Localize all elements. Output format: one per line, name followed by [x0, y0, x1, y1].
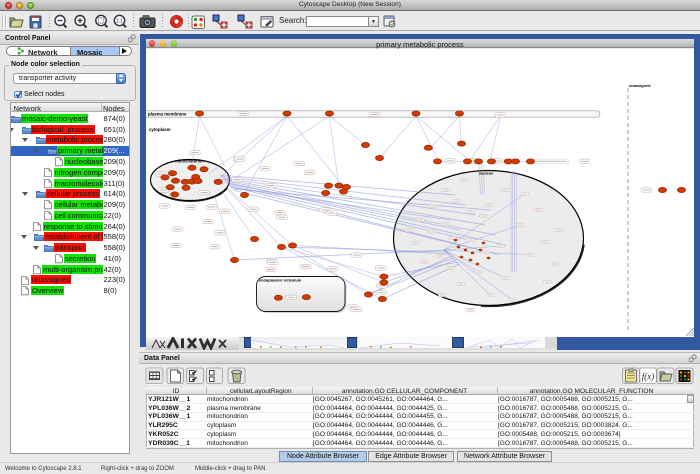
svg-text:f(x): f(x) [642, 372, 655, 382]
svg-text:unassigned: unassigned [628, 83, 650, 88]
svg-text:endoplasmic reticulum: endoplasmic reticulum [258, 277, 301, 282]
svg-text:mitochondrion: mitochondrion [175, 158, 204, 163]
svg-text:cytoplasm: cytoplasm [148, 127, 170, 132]
svg-text:1:1: 1:1 [116, 19, 123, 25]
svg-text:plasma membrane: plasma membrane [147, 111, 186, 116]
svg-text:nucleus: nucleus [478, 170, 493, 175]
